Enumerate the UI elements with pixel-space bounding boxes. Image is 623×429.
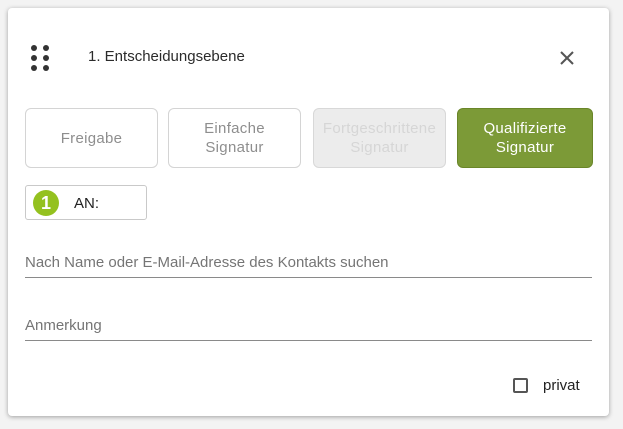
contact-search-field <box>25 254 592 278</box>
note-field <box>25 317 592 341</box>
signature-type-advanced-button: Fortgeschrittene Signatur <box>313 108 446 168</box>
dialog-card: 1. Entscheidungsebene Freigabe Einfache … <box>8 8 609 416</box>
private-label: privat <box>543 377 580 394</box>
signature-type-simple-button[interactable]: Einfache Signatur <box>168 108 301 168</box>
step-number-badge: 1 <box>33 190 59 216</box>
page: 1. Entscheidungsebene Freigabe Einfache … <box>0 0 623 429</box>
private-toggle[interactable]: privat <box>513 377 580 394</box>
dialog-title: 1. Entscheidungsebene <box>88 48 245 65</box>
signature-type-qualified-button[interactable]: Qualifizierte Signatur <box>457 108 593 168</box>
drag-handle-icon[interactable] <box>30 44 52 74</box>
recipient-selector[interactable]: 1 AN: <box>25 185 147 220</box>
private-checkbox[interactable] <box>513 378 528 393</box>
note-input[interactable] <box>25 317 592 340</box>
recipient-label: AN: <box>74 195 100 212</box>
signature-type-freigabe-button[interactable]: Freigabe <box>25 108 158 168</box>
close-icon[interactable] <box>557 48 577 68</box>
contact-search-input[interactable] <box>25 254 592 277</box>
